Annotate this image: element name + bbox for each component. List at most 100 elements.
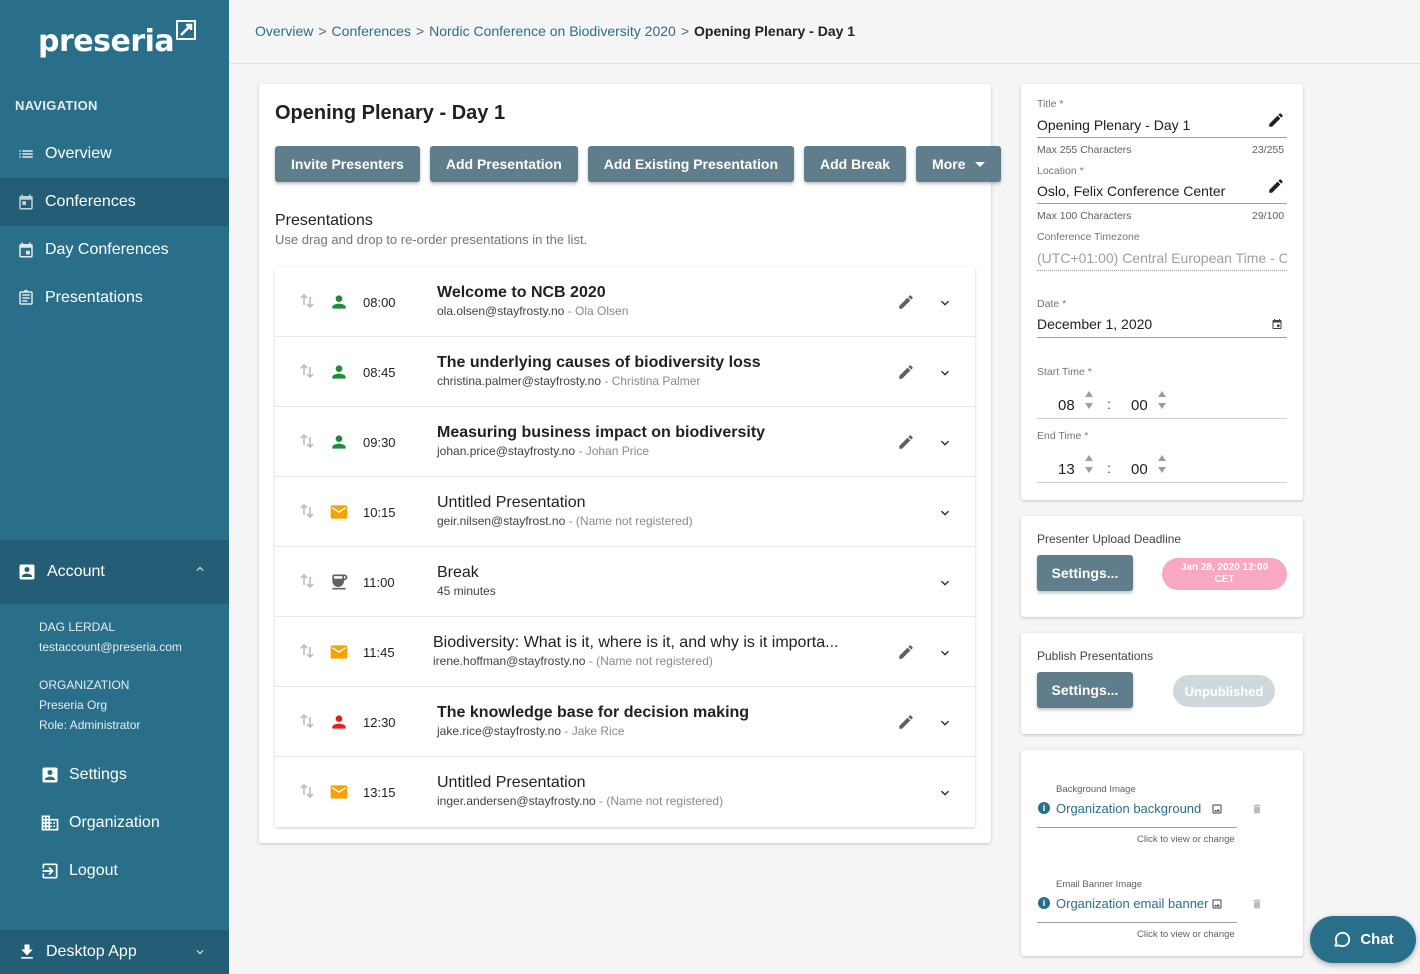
edit-icon[interactable] [897,433,915,451]
presentation-time: 12:30 [363,715,396,730]
location-underline [1037,203,1287,204]
chevron-down-icon[interactable] [937,365,953,381]
deadline-settings-button[interactable]: Settings... [1037,555,1133,591]
presentation-row[interactable]: 10:15 Untitled Presentation geir.nilsen@st… [275,477,975,547]
drag-reorder-icon[interactable] [299,501,315,521]
drag-reorder-icon[interactable] [299,291,315,311]
org-heading: ORGANIZATION [39,678,130,692]
presentation-row[interactable]: 13:15 Untitled Presentation inger.andersen… [275,757,975,827]
chat-label: Chat [1360,931,1394,948]
chevron-down-icon[interactable] [937,435,953,451]
publish-settings-button[interactable]: Settings... [1037,672,1133,708]
email-banner-link[interactable]: Organization email banner [1056,896,1208,911]
email-banner-underline [1037,922,1237,923]
drag-reorder-icon[interactable] [299,781,315,801]
presentation-title: The underlying causes of biodiversity lo… [437,354,761,371]
end-hour-spinner[interactable] [1084,453,1094,475]
drag-reorder-icon[interactable] [299,571,315,591]
title-underline [1037,137,1287,138]
coffee-break-icon [329,572,349,592]
start-hour-spinner[interactable] [1084,389,1094,411]
image-icon[interactable] [1211,803,1223,815]
delete-icon[interactable] [1251,803,1263,815]
account-toggle[interactable]: Account [0,540,229,604]
drag-reorder-icon[interactable] [299,711,315,731]
user-email: testaccount@preseria.com [39,640,182,654]
more-button[interactable]: More [916,146,1002,182]
timezone-underline [1037,270,1287,271]
presentation-row[interactable]: 12:30 The knowledge base for decision mak… [275,687,975,757]
presentation-row[interactable]: 08:45 The underlying causes of biodiversi… [275,337,975,407]
end-time-label: End Time * [1037,430,1089,442]
breadcrumb-conference[interactable]: Nordic Conference on Biodiversity 2020 [429,23,676,39]
logout-link[interactable]: Logout [40,856,118,886]
breadcrumb-overview[interactable]: Overview [255,23,313,39]
sidebar-item-day-conferences[interactable]: Day Conferences [0,226,229,274]
presenter-separator: - [575,444,586,458]
drag-reorder-icon[interactable] [299,431,315,451]
chevron-down-icon[interactable] [937,715,953,731]
presenter-email: geir.nilsen@stayfrost.no [437,514,566,528]
background-image-hint: Click to view or change [1137,834,1235,845]
day-conference-card: Opening Plenary - Day 1 Invite Presenter… [259,84,1002,843]
end-minute-spinner[interactable] [1157,453,1167,475]
edit-location-icon[interactable] [1267,177,1285,195]
delete-icon[interactable] [1251,898,1263,910]
end-minute-input[interactable]: 00 [1131,461,1148,478]
drag-reorder-icon[interactable] [299,361,315,381]
sidebar-item-presentations[interactable]: Presentations [0,274,229,322]
start-minute-input[interactable]: 00 [1131,397,1148,414]
image-icon[interactable] [1211,898,1223,910]
add-presentation-button[interactable]: Add Presentation [429,146,578,182]
preseria-logo[interactable]: preseria [38,20,197,64]
presentation-row[interactable]: 11:45 Biodiversity: What is it, where is … [275,617,975,687]
calendar-picker-icon[interactable] [1271,318,1283,330]
presentation-time: 11:45 [363,645,395,660]
presentation-time: 08:00 [363,295,396,310]
start-hour-input[interactable]: 08 [1058,397,1075,414]
breadcrumb-conferences[interactable]: Conferences [332,23,411,39]
sidebar-item-conferences[interactable]: Conferences [0,178,229,226]
edit-icon[interactable] [897,713,915,731]
edit-title-icon[interactable] [1267,111,1285,129]
info-icon[interactable]: i [1038,802,1050,814]
title-field[interactable]: Opening Plenary - Day 1 [1037,117,1257,133]
presentation-presenter: 45 minutes [437,584,496,598]
chevron-down-icon[interactable] [937,575,953,591]
presentation-row[interactable]: 09:30 Measuring business impact on biodiv… [275,407,975,477]
edit-icon[interactable] [897,363,915,381]
publish-card: Publish Presentations Settings... Unpubl… [1021,633,1303,734]
date-field[interactable]: December 1, 2020 [1037,316,1257,332]
start-minute-spinner[interactable] [1157,389,1167,411]
organization-link[interactable]: Organization [40,808,160,838]
drag-reorder-icon[interactable] [299,641,315,661]
presenter-icon [329,362,349,382]
invite-presenters-button[interactable]: Invite Presenters [275,146,420,182]
presenter-email: jake.rice@stayfrosty.no [437,724,562,738]
edit-icon[interactable] [897,643,915,661]
edit-icon[interactable] [897,293,915,311]
chevron-down-icon[interactable] [937,295,953,311]
account-box-icon [40,765,60,785]
logo-mark-icon [176,20,197,40]
chevron-down-icon[interactable] [937,645,953,661]
chevron-down-icon[interactable] [937,785,953,801]
add-existing-presentation-button[interactable]: Add Existing Presentation [587,146,794,182]
email-banner-label: Email Banner Image [1056,879,1143,890]
presentation-time: 08:45 [363,365,396,380]
chevron-down-icon[interactable] [937,505,953,521]
end-hour-input[interactable]: 13 [1058,461,1075,478]
action-buttons: Invite Presenters Add Presentation Add E… [275,146,1002,182]
background-image-link[interactable]: Organization background [1056,801,1201,816]
location-field[interactable]: Oslo, Felix Conference Center [1037,183,1257,199]
sidebar-item-overview[interactable]: Overview [0,130,229,178]
desktop-app-toggle[interactable]: Desktop App [0,930,229,974]
more-button-label: More [932,156,966,172]
info-icon[interactable]: i [1038,897,1050,909]
presentation-row[interactable]: 11:00 Break 45 minutes [275,547,975,617]
presenter-name: (Name not registered) [575,514,693,528]
account-settings-link[interactable]: Settings [40,760,127,790]
add-break-button[interactable]: Add Break [804,146,907,182]
presentation-row[interactable]: 08:00 Welcome to NCB 2020 ola.olsen@stayfr… [275,267,975,337]
chat-button[interactable]: Chat [1310,916,1416,963]
